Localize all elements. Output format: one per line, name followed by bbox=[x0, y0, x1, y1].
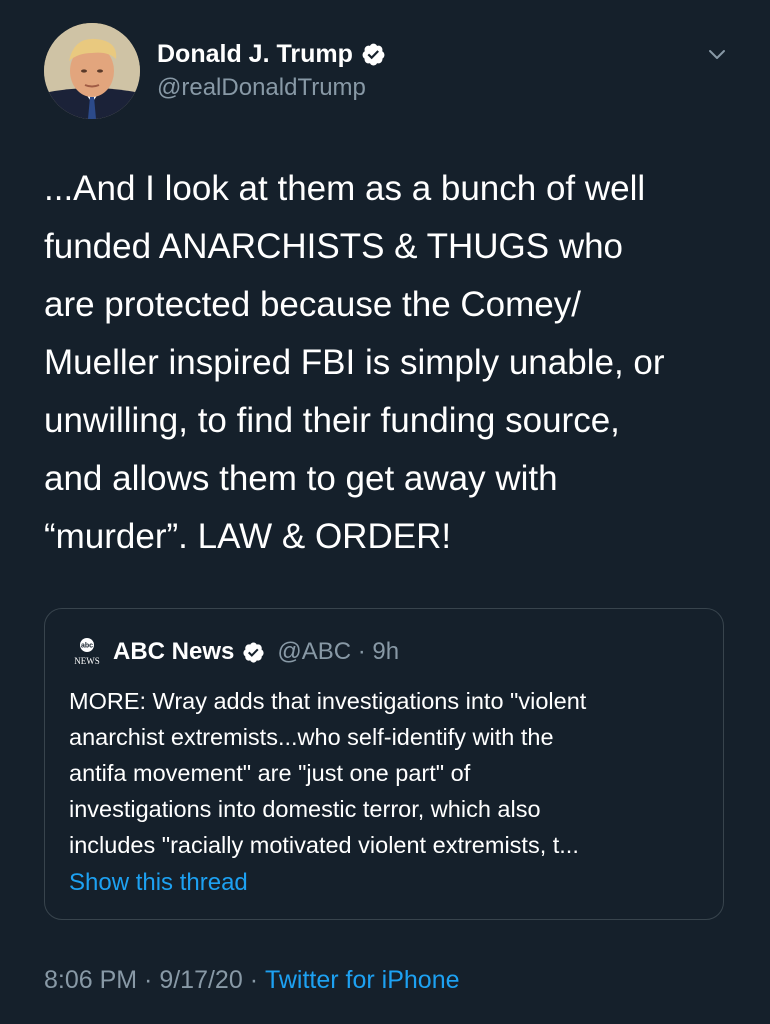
avatar-image bbox=[44, 23, 140, 119]
tweet-source-link[interactable]: Twitter for iPhone bbox=[265, 966, 460, 995]
abc-logo-news-text: NEWS bbox=[74, 656, 100, 666]
footer-separator-2: · bbox=[242, 966, 265, 994]
abc-news-logo[interactable]: abc NEWS bbox=[69, 637, 105, 667]
quoted-tweet-header: abc NEWS ABC News @ABC · 9h bbox=[69, 637, 399, 667]
quoted-tweet-text: MORE: Wray adds that investigations into… bbox=[69, 688, 587, 858]
quoted-tweet-card[interactable]: abc NEWS ABC News @ABC · 9h MORE: Wray a… bbox=[44, 608, 724, 920]
show-thread-link[interactable]: Show this thread bbox=[69, 869, 248, 897]
avatar[interactable] bbox=[44, 23, 140, 119]
tweet-time[interactable]: 8:06 PM bbox=[44, 966, 137, 995]
quoted-author-name: ABC News bbox=[113, 638, 235, 665]
chevron-down-icon[interactable] bbox=[702, 40, 732, 70]
quoted-handle: @ABC bbox=[277, 638, 352, 665]
author-name-row[interactable]: Donald J. Trump bbox=[157, 40, 386, 69]
quoted-meta: @ABC · 9h bbox=[277, 638, 399, 666]
verified-badge-icon bbox=[362, 43, 385, 66]
abc-logo-text: abc bbox=[81, 643, 93, 650]
verified-badge-icon bbox=[243, 641, 264, 663]
tweet-text: ...And I look at them as a bunch of well… bbox=[44, 169, 665, 556]
tweet-footer: 8:06 PM · 9/17/20 · Twitter for iPhone bbox=[44, 966, 460, 995]
author-handle[interactable]: @realDonaldTrump bbox=[157, 74, 366, 102]
author-display-name[interactable]: Donald J. Trump bbox=[157, 40, 353, 69]
quoted-time: 9h bbox=[372, 638, 400, 665]
tweet-date[interactable]: 9/17/20 bbox=[159, 966, 242, 995]
footer-separator: · bbox=[137, 966, 160, 994]
quoted-separator: · bbox=[357, 638, 366, 665]
